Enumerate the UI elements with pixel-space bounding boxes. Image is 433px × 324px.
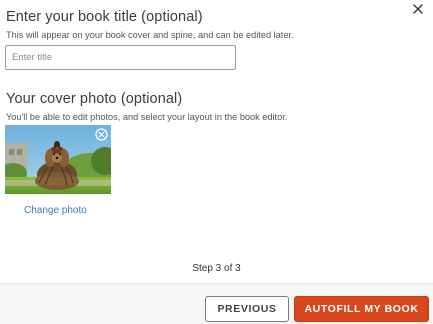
cover-photo-thumbnail [5,125,111,194]
remove-photo-icon[interactable] [95,128,108,141]
cover-photo-heading: Your cover photo (optional) [6,91,183,107]
book-title-description: This will appear on your book cover and … [6,30,294,40]
book-title-heading: Enter your book title (optional) [6,9,203,25]
book-setup-dialog: Enter your book title (optional) This wi… [0,0,433,324]
step-indicator: Step 3 of 3 [192,263,241,274]
previous-button[interactable]: PREVIOUS [205,296,289,322]
cover-photo-description: You'll be able to edit photos, and selec… [6,112,288,122]
autofill-my-book-button[interactable]: AUTOFILL MY BOOK [294,296,429,322]
book-title-input[interactable] [5,45,236,70]
change-photo-link[interactable]: Change photo [24,205,87,216]
close-icon[interactable] [410,1,426,17]
dialog-footer: PREVIOUS AUTOFILL MY BOOK [0,283,433,324]
